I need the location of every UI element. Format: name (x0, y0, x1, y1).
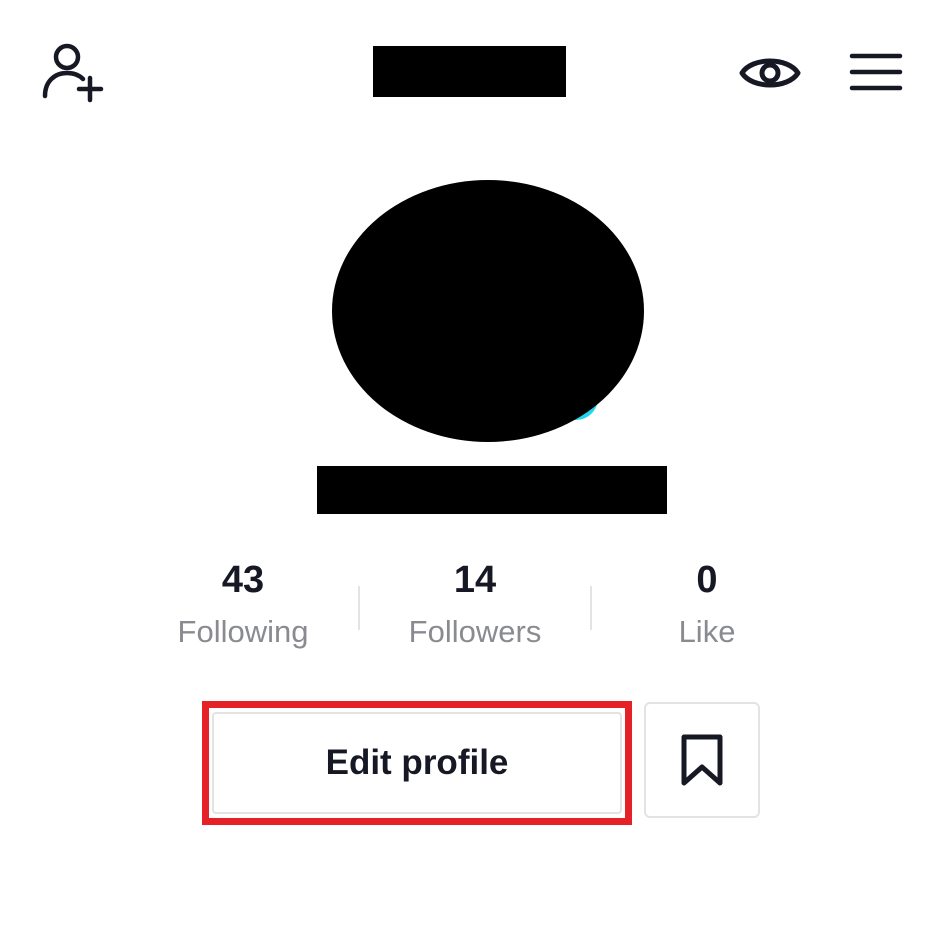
stat-value: 0 (696, 559, 718, 601)
stat-likes[interactable]: 0 Like (592, 556, 822, 652)
bookmark-icon (681, 734, 723, 786)
stat-label: Following (177, 614, 309, 649)
add-friend-button[interactable] (36, 40, 108, 104)
profile-stats: 43 Following 14 Followers 0 Like (128, 556, 822, 666)
stat-label: Like (678, 614, 736, 649)
avatar[interactable] (332, 180, 644, 442)
favorites-button[interactable] (644, 702, 760, 818)
hamburger-menu-icon (849, 53, 903, 91)
profile-page: 43 Following 14 Followers 0 Like Edit pr… (0, 0, 950, 931)
stat-label: Followers (408, 614, 542, 649)
menu-button[interactable] (846, 46, 906, 98)
user-handle-redacted (317, 466, 667, 514)
stat-value: 14 (453, 559, 497, 601)
stat-following[interactable]: 43 Following (128, 556, 358, 652)
avatar-container[interactable] (332, 180, 644, 442)
edit-profile-button[interactable]: Edit profile (212, 712, 622, 814)
eye-icon (739, 58, 801, 88)
add-user-icon (42, 43, 104, 103)
stat-followers[interactable]: 14 Followers (360, 556, 590, 652)
username-redacted (373, 46, 566, 97)
stat-value: 43 (221, 559, 265, 601)
profile-views-button[interactable] (736, 48, 804, 98)
